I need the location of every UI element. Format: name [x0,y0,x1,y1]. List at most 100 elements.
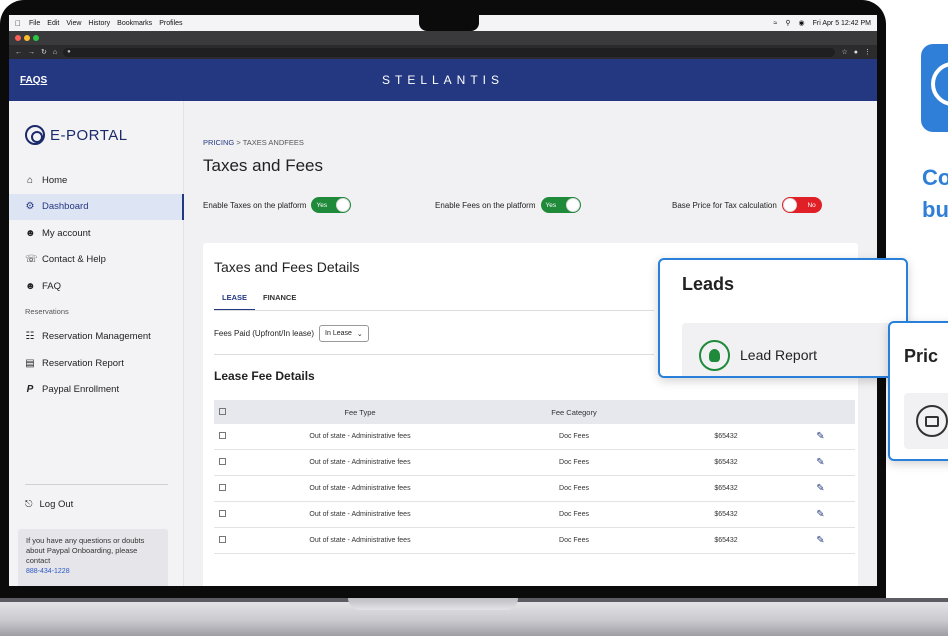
leads-card: Leads Lead Report [658,258,908,378]
breadcrumb-pricing[interactable]: PRICING [203,138,234,147]
fees-paid-label: Fees Paid (Upfront/In lease) [214,329,315,338]
logout-icon: ⎋ [25,499,33,510]
fees-paid-select[interactable]: In Lease ⌄ [319,325,369,342]
lead-report-item[interactable]: Lead Report [682,323,892,376]
column-fee-category[interactable]: Fee Category [482,408,666,417]
headset-icon: ☏ [25,254,38,266]
taxes-switch[interactable]: Yes [311,197,352,213]
menu-file[interactable]: File [29,20,40,27]
fee-type-cell: Out of state - Administrative fees [309,459,411,466]
money-icon [916,405,948,437]
person-laptop-icon: ☷ [25,331,35,343]
switch-knob [782,198,797,212]
sidebar-item-reservation-management[interactable]: ☷ Reservation Management [9,324,184,351]
paypal-icon: P [26,384,34,396]
browser-toolbar: ← → ↻ ⌂ ● ☆ ● ⋮ [9,45,877,59]
select-all-checkbox[interactable] [219,407,226,415]
edit-icon[interactable]: ✎ [786,483,855,494]
column-fee-type[interactable]: Fee Type [238,408,482,417]
sidebar-item-label: Home [42,174,68,186]
sidebar-item-label: Reservation Report [42,357,124,369]
portal-header: STELLANTIS FAQS [9,59,877,101]
fees-switch[interactable]: Yes [540,197,581,213]
menu-bookmarks[interactable]: Bookmarks [117,20,152,27]
wifi-icon[interactable]: ≈ [774,20,778,27]
home-browser-icon[interactable]: ⌂ [53,49,57,56]
brand-logo: STELLANTIS [381,73,505,87]
section-divider [214,354,654,355]
amount-cell: $65432 [714,537,738,544]
switch-state: Yes [316,201,328,209]
logout-label: Log Out [39,499,74,510]
toggle-base-price: Base Price for Tax calculation No [672,197,822,213]
sidebar-item-label: Dashboard [42,201,89,213]
search-icon[interactable]: ⚲ [785,19,790,27]
toggle-label: Enable Fees on the platform [435,200,536,210]
fee-type-cell: Out of state - Administrative fees [309,433,411,440]
laptop-notch [348,598,518,610]
fee-type-cell: Out of state - Administrative fees [309,537,411,544]
row-checkbox[interactable] [219,432,226,439]
row-checkbox[interactable] [219,536,226,543]
edit-icon[interactable]: ✎ [786,457,855,468]
app-ring-icon [931,62,948,106]
profile-icon[interactable]: ● [854,49,858,56]
forward-icon[interactable]: → [28,49,35,56]
eportal-logo[interactable]: E-PORTAL [25,125,128,145]
user-icon: ☻ [25,227,36,239]
user-icon: ☻ [25,280,36,292]
edit-icon[interactable]: ✎ [786,535,855,546]
sidebar-item-home[interactable]: ⌂ Home [9,167,184,194]
sidebar: E-PORTAL ⌂ Home ⚙ Dashboard ☻ My account [9,101,184,586]
control-center-icon[interactable]: ◉ [799,19,805,27]
clock[interactable]: Fri Apr 5 12:42 PM [813,20,871,27]
menu-profiles[interactable]: Profiles [159,20,182,27]
fees-paid-row: Fees Paid (Upfront/In lease) In Lease ⌄ [214,325,369,342]
table-row: Out of state - Administrative fees Doc F… [214,476,855,502]
fee-type-cell: Out of state - Administrative fees [309,485,411,492]
star-icon[interactable]: ☆ [841,48,847,56]
eportal-logo-icon [25,125,45,145]
marketing-line-2: bu [922,197,948,222]
table-row: Out of state - Administrative fees Doc F… [214,502,855,528]
maximize-window-button[interactable] [33,35,39,41]
close-window-button[interactable] [15,35,21,41]
help-box: If you have any questions or doubts abou… [18,529,168,586]
laptop-base [0,598,948,636]
more-icon[interactable]: ⋮ [864,48,871,56]
sidebar-item-paypal-enrollment[interactable]: P Paypal Enrollment [9,377,184,404]
back-icon[interactable]: ← [15,49,22,56]
menu-history[interactable]: History [88,20,110,27]
tab-lease[interactable]: LEASE [214,286,256,311]
gear-icon: ⚙ [25,201,35,213]
edit-icon[interactable]: ✎ [786,509,855,520]
help-phone-link[interactable]: 888-434-1228 [26,568,70,575]
edit-icon[interactable]: ✎ [786,431,855,442]
sidebar-item-my-account[interactable]: ☻ My account [9,220,184,247]
address-bar[interactable]: ● [63,47,836,57]
fee-category-cell: Doc Fees [559,485,589,492]
row-checkbox[interactable] [219,510,226,517]
menu-edit[interactable]: Edit [47,20,59,27]
breadcrumb-current: TAXES ANDFEES [242,138,304,147]
sidebar-item-contact-help[interactable]: ☏ Contact & Help [9,247,184,274]
pricing-title: Pric [904,346,939,366]
tab-finance[interactable]: FINANCE [255,286,304,311]
pricing-item[interactable] [904,393,948,449]
table-row: Out of state - Administrative fees Doc F… [214,450,855,476]
row-checkbox[interactable] [219,458,226,465]
minimize-window-button[interactable] [24,35,30,41]
reload-icon[interactable]: ↻ [41,48,47,56]
sidebar-item-reservation-report[interactable]: ▤ Reservation Report [9,350,184,377]
lease-fee-details-title: Lease Fee Details [214,369,315,383]
toggle-taxes: Enable Taxes on the platform Yes [203,197,352,213]
row-checkbox[interactable] [219,484,226,491]
faqs-link[interactable]: FAQS [20,75,47,86]
apple-icon[interactable]:  [15,19,21,28]
logout-button[interactable]: ⎋ Log Out [25,499,73,510]
sidebar-item-faq[interactable]: ☻ FAQ [9,273,184,300]
base-price-switch[interactable]: No [781,197,822,213]
table-row: Out of state - Administrative fees Doc F… [214,528,855,554]
menu-view[interactable]: View [66,20,81,27]
sidebar-item-dashboard[interactable]: ⚙ Dashboard [9,193,184,220]
